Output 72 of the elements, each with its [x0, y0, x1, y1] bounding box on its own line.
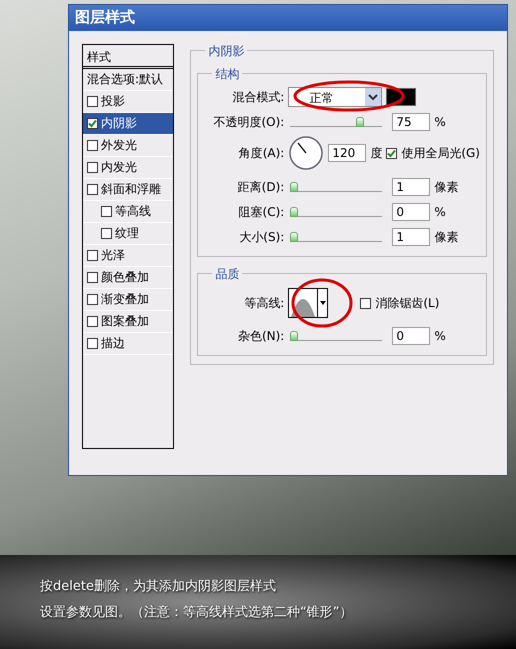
- caret-icon: [320, 301, 326, 305]
- slider-thumb[interactable]: [356, 117, 364, 127]
- slider-thumb[interactable]: [290, 232, 298, 242]
- checkbox[interactable]: [87, 316, 98, 327]
- label-text: 像素: [434, 178, 458, 196]
- style-item[interactable]: 颜色叠加: [83, 267, 174, 289]
- label-text: %: [434, 329, 446, 343]
- angle-dial[interactable]: [288, 135, 324, 171]
- checkbox[interactable]: [101, 206, 112, 217]
- slider-track[interactable]: [290, 207, 382, 217]
- label-text: 混合模式:: [231, 88, 284, 106]
- label-text: %: [434, 205, 446, 219]
- style-item[interactable]: 描边: [83, 333, 174, 355]
- blend-mode-select[interactable]: 正常: [288, 87, 382, 107]
- style-item[interactable]: 内阴影: [83, 113, 174, 135]
- value-field[interactable]: 0: [392, 203, 430, 221]
- value-field[interactable]: 1: [392, 178, 430, 196]
- style-item[interactable]: 等高线: [83, 201, 174, 223]
- checkbox[interactable]: [87, 250, 98, 261]
- caption-text: 设置参数见图。（注意：等高线样式选第二种“锥形”）: [40, 604, 354, 621]
- style-item[interactable]: 渐变叠加: [83, 289, 174, 311]
- label-text: 使用全局光(G): [401, 144, 480, 162]
- checkbox[interactable]: [87, 294, 98, 305]
- checkbox[interactable]: [87, 118, 98, 129]
- list-header[interactable]: 样式: [83, 45, 174, 69]
- style-item[interactable]: 外发光: [83, 135, 174, 157]
- checkbox[interactable]: [87, 96, 98, 107]
- window-title: 图层样式: [69, 5, 507, 31]
- label-text: 像素: [434, 228, 458, 246]
- label-text: 消除锯齿(L): [375, 294, 440, 312]
- value-field[interactable]: 75: [392, 113, 430, 131]
- slider-thumb[interactable]: [290, 182, 298, 192]
- slider-thumb[interactable]: [290, 207, 298, 217]
- slider-track[interactable]: [290, 232, 382, 242]
- slider-track[interactable]: [290, 182, 382, 192]
- label-text: 大小(S):: [238, 228, 284, 246]
- slider-track[interactable]: [290, 117, 382, 127]
- label-text: 杂色(N):: [236, 328, 284, 344]
- style-item[interactable]: 图案叠加: [83, 311, 174, 333]
- caption-text: 按delete删除，为其添加内阴影图层样式: [40, 578, 277, 595]
- label-text: 距离(D):: [236, 178, 284, 196]
- style-item[interactable]: 斜面和浮雕: [83, 179, 174, 201]
- label-text: 度: [370, 144, 382, 162]
- style-item[interactable]: 纹理: [83, 223, 174, 245]
- checkbox[interactable]: [87, 162, 98, 173]
- checkbox[interactable]: [360, 298, 372, 308]
- label-text: 不透明度(O):: [212, 114, 284, 130]
- chevron-down-icon: [365, 88, 382, 106]
- group-title: 内阴影: [205, 43, 248, 60]
- group-title: 结构: [212, 66, 242, 83]
- value-field[interactable]: 1: [392, 228, 430, 246]
- style-item[interactable]: 混合选项:默认: [83, 69, 174, 91]
- checkbox[interactable]: [386, 148, 398, 158]
- label-text: %: [434, 115, 446, 129]
- contour-curve-icon: [291, 299, 316, 317]
- label-text: 等高线:: [243, 294, 284, 312]
- value-field[interactable]: 0: [392, 327, 430, 345]
- annotation-ellipse: [291, 278, 353, 328]
- group-title: 品质: [212, 266, 242, 283]
- slider-track[interactable]: [290, 331, 382, 341]
- checkbox[interactable]: [87, 338, 98, 349]
- label-text: 阻塞(C):: [238, 204, 284, 220]
- slider-thumb[interactable]: [290, 331, 298, 341]
- checkbox[interactable]: [87, 140, 98, 151]
- checkbox[interactable]: [87, 184, 98, 195]
- style-item[interactable]: 光泽: [83, 245, 174, 267]
- style-item[interactable]: 内发光: [83, 157, 174, 179]
- label-text: 角度(A):: [238, 144, 284, 162]
- contour-picker[interactable]: [288, 288, 328, 318]
- value-field[interactable]: 120: [328, 144, 366, 162]
- checkbox[interactable]: [87, 272, 98, 283]
- checkbox[interactable]: [101, 228, 112, 239]
